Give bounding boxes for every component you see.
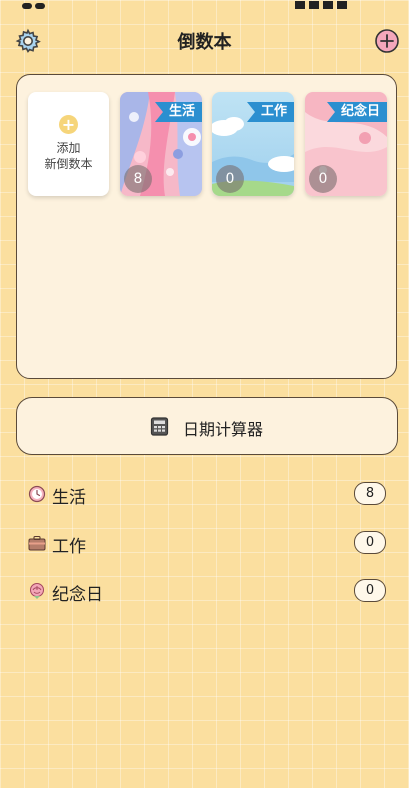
book-count-life: 8 [124,165,152,193]
category-row-work[interactable]: 工作 0 [26,529,388,559]
category-count-work: 0 [354,531,386,554]
countdown-books-panel: + 添加 新倒数本 生活 8 工作 0 纪念日 0 [16,74,397,379]
rose-icon [30,583,44,599]
add-book-card[interactable]: + 添加 新倒数本 [28,92,109,196]
category-label-life: 生活 [52,488,86,508]
plus-circle-icon [375,29,399,53]
book-count-anniversary: 0 [309,165,337,193]
book-card-work[interactable]: 工作 0 [212,92,294,196]
header: 倒数本 [0,22,409,58]
book-count-work: 0 [216,165,244,193]
clock-icon [28,485,46,503]
date-calculator-label: 日期计算器 [183,420,264,439]
book-card-anniversary[interactable]: 纪念日 0 [305,92,387,196]
status-icons [291,0,391,9]
page-title: 倒数本 [177,32,232,53]
category-count-life: 8 [354,482,386,505]
add-book-label: 添加 新倒数本 [44,141,93,171]
add-button[interactable] [374,28,400,54]
add-icon: + [59,115,78,134]
calculator-icon [150,417,169,436]
category-label-anniversary: 纪念日 [52,585,103,605]
briefcase-icon [28,535,46,551]
status-bar [0,0,409,9]
book-card-life[interactable]: 生活 8 [120,92,202,196]
date-calculator-button[interactable]: 日期计算器 [16,397,398,455]
category-row-anniversary[interactable]: 纪念日 0 [26,577,388,607]
category-row-life[interactable]: 生活 8 [26,480,388,510]
status-time [22,0,66,9]
category-count-anniversary: 0 [354,579,386,602]
category-label-work: 工作 [52,537,86,557]
book-tag-anniversary: 纪念日 [326,102,387,122]
